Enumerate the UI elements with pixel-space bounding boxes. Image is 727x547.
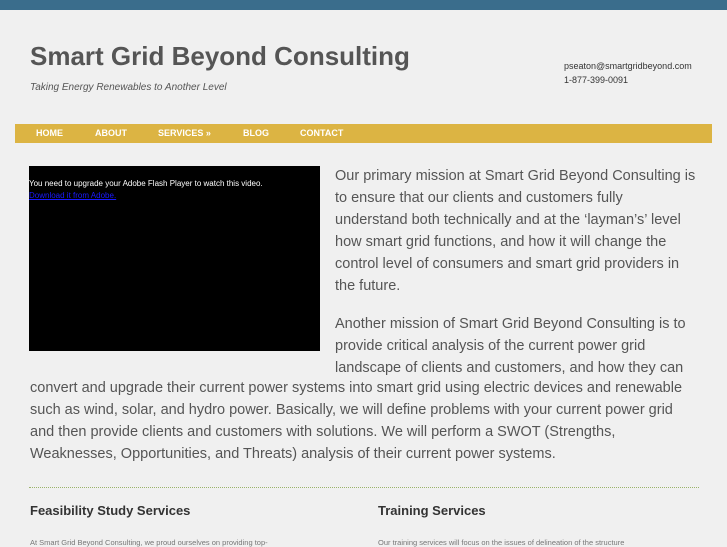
paragraph-line: how smart grid functions, and how it wil… (335, 234, 667, 250)
nav-item-contact[interactable]: CONTACT (300, 128, 343, 138)
mission-paragraph-1: Our primary mission at Smart Grid Beyond… (335, 165, 715, 297)
site-tagline: Taking Energy Renewables to Another Leve… (30, 82, 227, 93)
mission-paragraph-2-top: Another mission of Smart Grid Beyond Con… (335, 313, 715, 379)
paragraph-line: and then provide clients and customers w… (30, 424, 616, 440)
paragraph-line: convert and upgrade their current power … (30, 380, 683, 396)
section-divider (29, 487, 699, 488)
training-section-title[interactable]: Training Services (378, 503, 486, 518)
site-title[interactable]: Smart Grid Beyond Consulting (30, 41, 410, 72)
feasibility-section-text: At Smart Grid Beyond Consulting, we prou… (30, 538, 268, 547)
flash-upgrade-message: You need to upgrade your Adobe Flash Pla… (29, 179, 263, 188)
paragraph-line: landscape of clients and customers, and … (335, 360, 684, 376)
paragraph-line: such as wind, solar, and hydro power. Ba… (30, 402, 673, 418)
nav-item-home[interactable]: HOME (36, 128, 63, 138)
flash-download-link[interactable]: Download it from Adobe. (29, 191, 116, 200)
top-accent-bar (0, 0, 727, 10)
paragraph-line: Our primary mission at Smart Grid Beyond… (335, 168, 696, 184)
paragraph-line: Another mission of Smart Grid Beyond Con… (335, 316, 686, 332)
paragraph-line: Weaknesses, Opportunities, and Threats) … (30, 446, 556, 462)
nav-item-blog[interactable]: BLOG (243, 128, 269, 138)
training-section-text: Our training services will focus on the … (378, 538, 625, 547)
contact-info: pseaton@smartgridbeyond.com 1-877-399-00… (564, 59, 692, 87)
paragraph-line: understand both technically and at the ‘… (335, 212, 681, 228)
nav-item-about[interactable]: ABOUT (95, 128, 127, 138)
contact-phone: 1-877-399-0091 (564, 75, 629, 85)
mission-paragraph-2-bottom: convert and upgrade their current power … (30, 377, 720, 465)
nav-item-services[interactable]: SERVICES » (158, 128, 211, 138)
main-nav: HOME ABOUT SERVICES » BLOG CONTACT (15, 124, 712, 143)
feasibility-section-title[interactable]: Feasibility Study Services (30, 503, 190, 518)
contact-email[interactable]: pseaton@smartgridbeyond.com (564, 59, 692, 73)
video-player[interactable]: You need to upgrade your Adobe Flash Pla… (29, 166, 320, 351)
paragraph-line: control level of consumers and smart gri… (335, 256, 680, 272)
paragraph-line: to ensure that our clients and customers… (335, 190, 623, 206)
paragraph-line: provide critical analysis of the current… (335, 338, 646, 354)
paragraph-line: the future. (335, 278, 401, 294)
